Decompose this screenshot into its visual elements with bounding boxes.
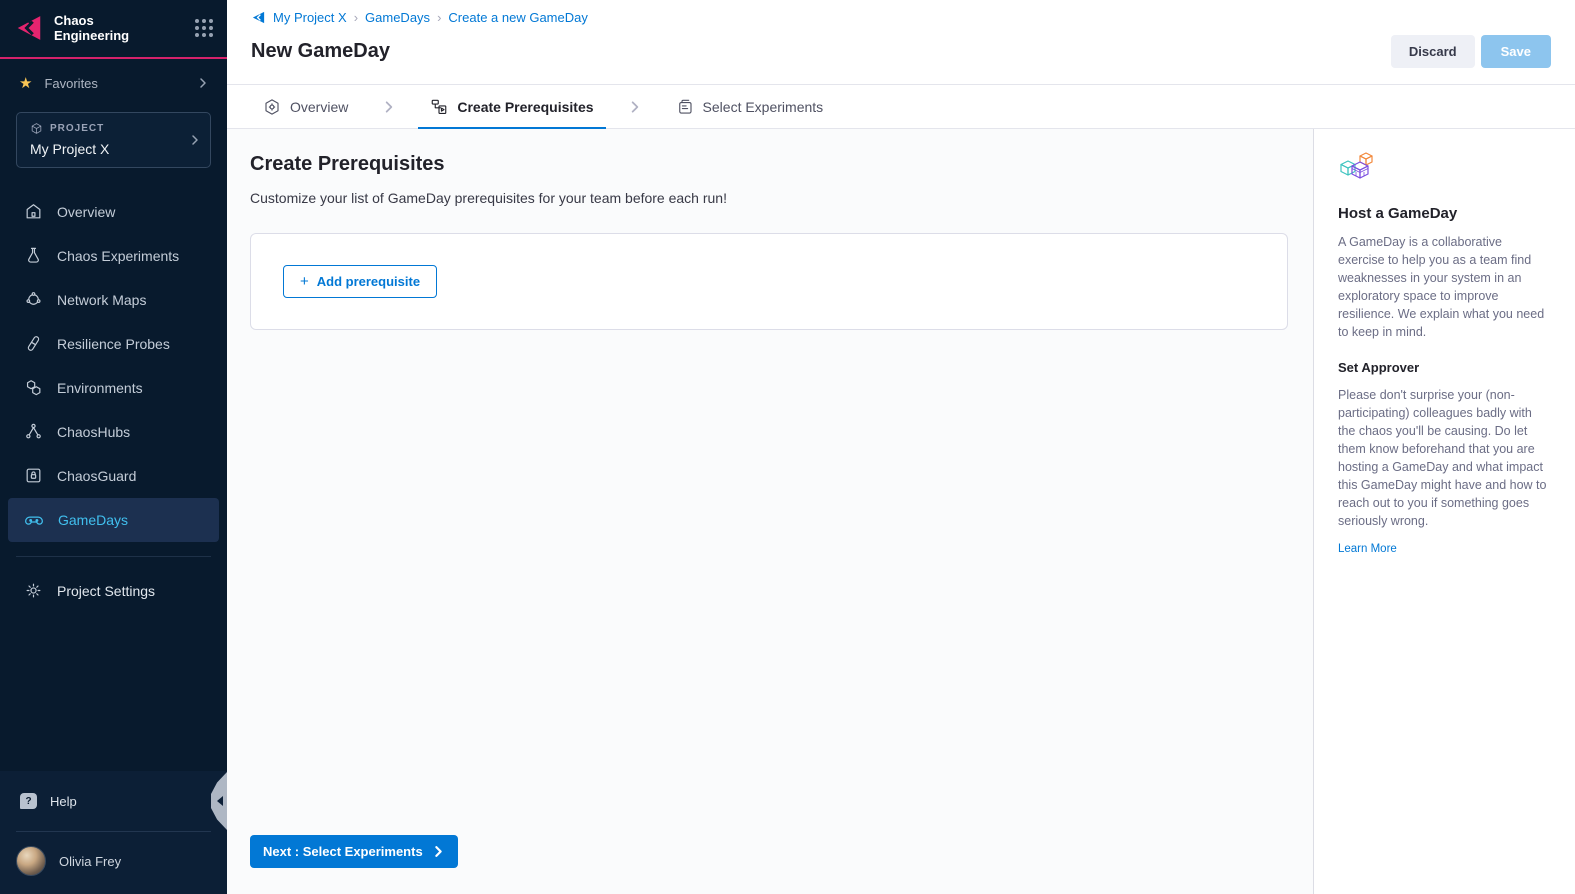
page-title: New GameDay bbox=[251, 40, 1391, 63]
sidebar-item-overview[interactable]: Overview bbox=[0, 190, 227, 234]
tab-separator bbox=[360, 85, 418, 128]
aside-intro: A GameDay is a collaborative exercise to… bbox=[1338, 233, 1549, 341]
prerequisites-card: + Add prerequisite bbox=[250, 233, 1288, 330]
flask-icon bbox=[24, 246, 43, 265]
next-select-experiments-button[interactable]: Next : Select Experiments bbox=[250, 835, 458, 868]
gear-icon bbox=[24, 581, 43, 600]
chevron-right-icon bbox=[628, 100, 642, 114]
experiments-stack-icon bbox=[676, 98, 694, 116]
sidebar-item-favorites[interactable]: ★ Favorites bbox=[0, 59, 227, 106]
prerequisites-panel: Create Prerequisites Customize your list… bbox=[227, 129, 1313, 894]
aside-title: Host a GameDay bbox=[1338, 205, 1549, 222]
nav-label: Overview bbox=[57, 204, 115, 220]
tab-label: Overview bbox=[290, 99, 348, 115]
sidebar-item-environments[interactable]: Environments bbox=[0, 366, 227, 410]
hub-icon bbox=[24, 422, 43, 441]
breadcrumb: My Project X › GameDays › Create a new G… bbox=[251, 10, 1551, 25]
nav-label: ChaosHubs bbox=[57, 424, 130, 440]
plus-icon: + bbox=[300, 274, 309, 289]
tab-label: Select Experiments bbox=[703, 99, 824, 115]
add-prerequisite-label: Add prerequisite bbox=[317, 274, 420, 289]
user-name: Olivia Frey bbox=[59, 854, 121, 869]
sidebar-item-chaoshubs[interactable]: ChaosHubs bbox=[0, 410, 227, 454]
help-button[interactable]: ? Help bbox=[0, 771, 227, 831]
learn-more-link[interactable]: Learn More bbox=[1338, 543, 1397, 555]
favorites-label: Favorites bbox=[44, 76, 97, 91]
sidebar-item-network-maps[interactable]: Network Maps bbox=[0, 278, 227, 322]
page-header: My Project X › GameDays › Create a new G… bbox=[227, 0, 1575, 85]
probe-icon bbox=[24, 334, 43, 353]
breadcrumb-link-create[interactable]: Create a new GameDay bbox=[448, 10, 587, 25]
save-button[interactable]: Save bbox=[1481, 35, 1551, 68]
breadcrumb-link-gamedays[interactable]: GameDays bbox=[365, 10, 430, 25]
tab-overview[interactable]: Overview bbox=[251, 85, 360, 128]
tab-select-experiments[interactable]: Select Experiments bbox=[664, 85, 836, 128]
help-aside: Host a GameDay A GameDay is a collaborat… bbox=[1313, 129, 1575, 894]
breadcrumb-separator: › bbox=[437, 10, 441, 25]
tab-create-prerequisites[interactable]: Create Prerequisites bbox=[418, 85, 605, 128]
brand-name: Chaos Engineering bbox=[54, 13, 185, 44]
help-icon: ? bbox=[20, 793, 37, 809]
discard-button[interactable]: Discard bbox=[1391, 35, 1475, 68]
chevron-right-icon bbox=[382, 100, 396, 114]
guard-lock-icon bbox=[24, 466, 43, 485]
network-map-icon bbox=[24, 290, 43, 309]
project-selector[interactable]: PROJECT My Project X bbox=[16, 112, 211, 168]
avatar bbox=[16, 846, 46, 876]
module-grid-icon[interactable] bbox=[195, 19, 213, 37]
breadcrumb-separator: › bbox=[354, 10, 358, 25]
aside-section-body: Please don't surprise your (non-particip… bbox=[1338, 386, 1549, 530]
add-prerequisite-button[interactable]: + Add prerequisite bbox=[283, 265, 437, 298]
chevron-right-icon bbox=[189, 133, 201, 147]
cube-icon bbox=[30, 122, 43, 135]
sidebar-footer: ? Help Olivia Frey bbox=[0, 771, 227, 894]
sidebar-item-chaos-experiments[interactable]: Chaos Experiments bbox=[0, 234, 227, 278]
project-kicker: PROJECT bbox=[50, 123, 104, 134]
sidebar-item-project-settings[interactable]: Project Settings bbox=[0, 569, 227, 613]
wizard-tabbar: Overview Create Prerequisites Select Exp… bbox=[227, 85, 1575, 129]
harness-breadcrumb-icon bbox=[251, 10, 266, 25]
sidebar-header: Chaos Engineering bbox=[0, 0, 227, 57]
sidebar-nav: Overview Chaos Experiments Network Maps … bbox=[0, 190, 227, 542]
main-column: My Project X › GameDays › Create a new G… bbox=[227, 0, 1575, 894]
gamepad-icon bbox=[24, 510, 44, 530]
environments-icon bbox=[24, 378, 43, 397]
aside-section-title: Set Approver bbox=[1338, 360, 1549, 375]
tab-label: Create Prerequisites bbox=[457, 99, 593, 115]
sidebar-divider bbox=[16, 556, 211, 557]
chevron-right-icon bbox=[197, 77, 209, 89]
breadcrumb-link-project[interactable]: My Project X bbox=[273, 10, 347, 25]
section-heading: Create Prerequisites bbox=[250, 153, 1288, 176]
nav-label: GameDays bbox=[58, 512, 128, 528]
next-button-label: Next : Select Experiments bbox=[263, 844, 423, 859]
star-icon: ★ bbox=[19, 76, 32, 91]
tab-separator bbox=[606, 85, 664, 128]
sidebar-item-resilience-probes[interactable]: Resilience Probes bbox=[0, 322, 227, 366]
harness-logo-icon bbox=[14, 13, 44, 43]
content-row: Create Prerequisites Customize your list… bbox=[227, 129, 1575, 894]
project-name: My Project X bbox=[30, 141, 184, 157]
prerequisites-flow-icon bbox=[430, 98, 448, 116]
gameday-cubes-icon bbox=[1338, 151, 1376, 185]
nav-label: ChaosGuard bbox=[57, 468, 136, 484]
chevron-right-icon bbox=[432, 845, 445, 858]
help-label: Help bbox=[50, 794, 77, 809]
nav-label: Environments bbox=[57, 380, 143, 396]
sidebar-item-gamedays[interactable]: GameDays bbox=[8, 498, 219, 542]
nav-label: Resilience Probes bbox=[57, 336, 170, 352]
sidebar-item-chaosguard[interactable]: ChaosGuard bbox=[0, 454, 227, 498]
section-subheading: Customize your list of GameDay prerequis… bbox=[250, 190, 1288, 206]
collapse-arrow-icon bbox=[217, 796, 223, 806]
sidebar: Chaos Engineering ★ Favorites PROJECT My… bbox=[0, 0, 227, 894]
overview-hexagon-icon bbox=[263, 98, 281, 116]
nav-label: Network Maps bbox=[57, 292, 146, 308]
user-menu[interactable]: Olivia Frey bbox=[0, 832, 227, 894]
app-window: Chaos Engineering ★ Favorites PROJECT My… bbox=[0, 0, 1575, 894]
settings-label: Project Settings bbox=[57, 583, 155, 599]
home-icon bbox=[24, 202, 43, 221]
nav-label: Chaos Experiments bbox=[57, 248, 179, 264]
